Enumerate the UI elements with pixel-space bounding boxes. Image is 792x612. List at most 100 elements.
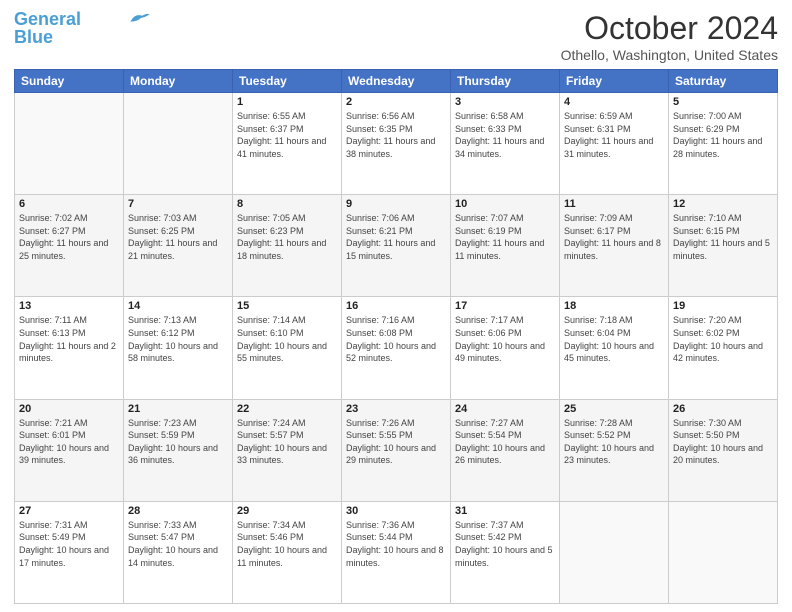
day-cell: 30 Sunrise: 7:36 AMSunset: 5:44 PMDayligh… [342,501,451,603]
week-row-4: 20Sunrise: 7:21 AMSunset: 6:01 PMDayligh… [15,399,778,501]
page: General Blue October 2024 Othello, Washi… [0,0,792,612]
day-cell: 26 Sunrise: 7:30 AMSunset: 5:50 PMDayligh… [669,399,778,501]
calendar-table: SundayMondayTuesdayWednesdayThursdayFrid… [14,69,778,604]
day-number: 31 [455,505,555,517]
header: General Blue October 2024 Othello, Washi… [14,10,778,63]
col-header-sunday: Sunday [15,70,124,93]
day-number: 6 [19,198,119,210]
day-cell: 31 Sunrise: 7:37 AMSunset: 5:42 PMDayligh… [451,501,560,603]
day-number: 25 [564,403,664,415]
day-cell: 24 Sunrise: 7:27 AMSunset: 5:54 PMDayligh… [451,399,560,501]
day-cell [124,93,233,195]
day-info: Sunrise: 7:13 AMSunset: 6:12 PMDaylight:… [128,314,228,364]
day-info: Sunrise: 7:16 AMSunset: 6:08 PMDaylight:… [346,314,446,364]
day-cell: 10Sunrise: 7:07 AMSunset: 6:19 PMDayligh… [451,195,560,297]
day-info: Sunrise: 6:55 AMSunset: 6:37 PMDaylight:… [237,110,337,160]
day-cell [560,501,669,603]
day-number: 15 [237,300,337,312]
day-number: 18 [564,300,664,312]
day-info: Sunrise: 7:11 AMSunset: 6:13 PMDaylight:… [19,314,119,364]
day-info: Sunrise: 7:30 AMSunset: 5:50 PMDaylight:… [673,417,773,467]
day-cell: 11Sunrise: 7:09 AMSunset: 6:17 PMDayligh… [560,195,669,297]
day-number: 23 [346,403,446,415]
day-info: Sunrise: 7:36 AMSunset: 5:44 PMDaylight:… [346,519,446,569]
day-info: Sunrise: 7:27 AMSunset: 5:54 PMDaylight:… [455,417,555,467]
day-info: Sunrise: 7:06 AMSunset: 6:21 PMDaylight:… [346,212,446,262]
day-number: 30 [346,505,446,517]
day-number: 26 [673,403,773,415]
day-cell: 2 Sunrise: 6:56 AMSunset: 6:35 PMDaylight… [342,93,451,195]
day-info: Sunrise: 7:10 AMSunset: 6:15 PMDaylight:… [673,212,773,262]
day-cell: 8Sunrise: 7:05 AMSunset: 6:23 PMDaylight… [233,195,342,297]
day-number: 16 [346,300,446,312]
day-cell: 29Sunrise: 7:34 AMSunset: 5:46 PMDayligh… [233,501,342,603]
day-cell: 12 Sunrise: 7:10 AMSunset: 6:15 PMDayligh… [669,195,778,297]
col-header-friday: Friday [560,70,669,93]
day-number: 10 [455,198,555,210]
day-info: Sunrise: 6:59 AMSunset: 6:31 PMDaylight:… [564,110,664,160]
col-header-wednesday: Wednesday [342,70,451,93]
col-header-monday: Monday [124,70,233,93]
day-cell: 19Sunrise: 7:20 AMSunset: 6:02 PMDayligh… [669,297,778,399]
day-cell: 4 Sunrise: 6:59 AMSunset: 6:31 PMDaylight… [560,93,669,195]
day-cell: 14 Sunrise: 7:13 AMSunset: 6:12 PMDayligh… [124,297,233,399]
day-info: Sunrise: 6:58 AMSunset: 6:33 PMDaylight:… [455,110,555,160]
day-number: 9 [346,198,446,210]
day-number: 22 [237,403,337,415]
day-cell: 16 Sunrise: 7:16 AMSunset: 6:08 PMDayligh… [342,297,451,399]
col-header-tuesday: Tuesday [233,70,342,93]
logo: General Blue [14,10,151,48]
day-number: 7 [128,198,228,210]
day-number: 20 [19,403,119,415]
day-cell [669,501,778,603]
day-number: 1 [237,96,337,108]
title-section: October 2024 Othello, Washington, United… [561,10,778,63]
day-info: Sunrise: 7:26 AMSunset: 5:55 PMDaylight:… [346,417,446,467]
calendar-header-row: SundayMondayTuesdayWednesdayThursdayFrid… [15,70,778,93]
day-cell: 3Sunrise: 6:58 AMSunset: 6:33 PMDaylight… [451,93,560,195]
day-info: Sunrise: 7:37 AMSunset: 5:42 PMDaylight:… [455,519,555,569]
day-cell: 9 Sunrise: 7:06 AMSunset: 6:21 PMDaylight… [342,195,451,297]
day-cell: 13 Sunrise: 7:11 AMSunset: 6:13 PMDayligh… [15,297,124,399]
day-info: Sunrise: 7:03 AMSunset: 6:25 PMDaylight:… [128,212,228,262]
day-number: 28 [128,505,228,517]
day-number: 27 [19,505,119,517]
month-year: October 2024 [561,10,778,47]
day-info: Sunrise: 7:34 AMSunset: 5:46 PMDaylight:… [237,519,337,569]
day-cell: 7 Sunrise: 7:03 AMSunset: 6:25 PMDaylight… [124,195,233,297]
day-number: 8 [237,198,337,210]
day-cell: 20Sunrise: 7:21 AMSunset: 6:01 PMDayligh… [15,399,124,501]
day-number: 21 [128,403,228,415]
day-info: Sunrise: 6:56 AMSunset: 6:35 PMDaylight:… [346,110,446,160]
location: Othello, Washington, United States [561,47,778,63]
day-cell: 6Sunrise: 7:02 AMSunset: 6:27 PMDaylight… [15,195,124,297]
day-info: Sunrise: 7:23 AMSunset: 5:59 PMDaylight:… [128,417,228,467]
week-row-1: 1 Sunrise: 6:55 AMSunset: 6:37 PMDaylight… [15,93,778,195]
day-number: 11 [564,198,664,210]
day-number: 12 [673,198,773,210]
day-number: 24 [455,403,555,415]
day-cell: 15Sunrise: 7:14 AMSunset: 6:10 PMDayligh… [233,297,342,399]
day-cell: 18 Sunrise: 7:18 AMSunset: 6:04 PMDayligh… [560,297,669,399]
day-cell [15,93,124,195]
day-info: Sunrise: 7:24 AMSunset: 5:57 PMDaylight:… [237,417,337,467]
day-number: 5 [673,96,773,108]
day-cell: 5 Sunrise: 7:00 AMSunset: 6:29 PMDaylight… [669,93,778,195]
day-number: 14 [128,300,228,312]
day-info: Sunrise: 7:31 AMSunset: 5:49 PMDaylight:… [19,519,119,569]
day-number: 13 [19,300,119,312]
day-cell: 1 Sunrise: 6:55 AMSunset: 6:37 PMDaylight… [233,93,342,195]
bird-icon [129,11,151,25]
day-cell: 25 Sunrise: 7:28 AMSunset: 5:52 PMDayligh… [560,399,669,501]
day-number: 17 [455,300,555,312]
week-row-2: 6Sunrise: 7:02 AMSunset: 6:27 PMDaylight… [15,195,778,297]
day-number: 19 [673,300,773,312]
day-number: 4 [564,96,664,108]
day-number: 2 [346,96,446,108]
day-cell: 28Sunrise: 7:33 AMSunset: 5:47 PMDayligh… [124,501,233,603]
day-info: Sunrise: 7:28 AMSunset: 5:52 PMDaylight:… [564,417,664,467]
day-cell: 22 Sunrise: 7:24 AMSunset: 5:57 PMDayligh… [233,399,342,501]
day-info: Sunrise: 7:00 AMSunset: 6:29 PMDaylight:… [673,110,773,160]
day-info: Sunrise: 7:17 AMSunset: 6:06 PMDaylight:… [455,314,555,364]
day-info: Sunrise: 7:18 AMSunset: 6:04 PMDaylight:… [564,314,664,364]
